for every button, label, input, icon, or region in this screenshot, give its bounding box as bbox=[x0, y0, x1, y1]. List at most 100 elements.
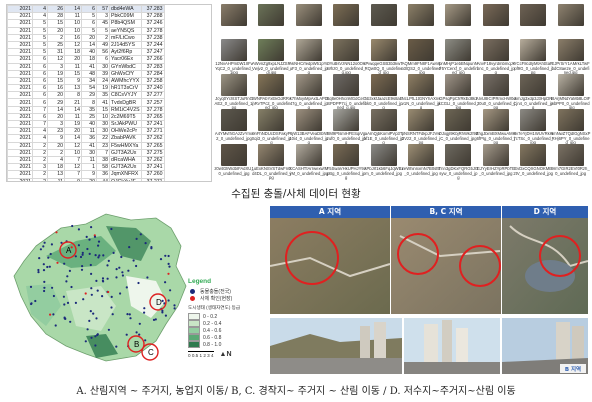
photo-thumbnail[interactable]: APbJrf1kb6FqJqWBxm_0_undefined_jpg bbox=[364, 144, 404, 181]
photo-thumbnail[interactable] bbox=[438, 4, 478, 41]
collision-point bbox=[68, 269, 71, 272]
table-cell: 6 bbox=[32, 98, 48, 107]
table-cell: 20 bbox=[64, 55, 82, 64]
thumbnail-image bbox=[520, 74, 547, 96]
photo-thumbnail[interactable]: AQMm9FN8F1Awn6o3lQS2_0_undefined_jpg bbox=[401, 39, 441, 76]
photo-thumbnail[interactable]: pnMHjP1ebBNqiunNF5YCerxf_0_undefined_jpg bbox=[438, 39, 478, 76]
thumbnail-image bbox=[482, 109, 509, 131]
photo-thumbnail[interactable]: 9rm7GIR2EVf0Rzh_0_undefined_jpg bbox=[551, 144, 591, 181]
photo-thumbnail[interactable] bbox=[289, 4, 329, 41]
photo-thumbnail[interactable]: pNSRNTFdkpJFJVw3Vz2_0_undefined_jpg bbox=[401, 109, 441, 146]
photo-thumbnail[interactable]: Jcyq0YchtSTJuRnGAE2_0_undefined_1jpg bbox=[214, 74, 254, 111]
table-cell: 37.284 bbox=[140, 69, 165, 78]
photo-thumbnail[interactable]: t8ArjMNdYaMb8LOlFnbPP0_0_undefined_jpg bbox=[551, 74, 591, 111]
photo-thumbnail[interactable]: 8M9PtsmlHFESqiVgzuf0_0_undefined_jpg bbox=[326, 109, 366, 146]
photo-thumbnail[interactable] bbox=[476, 4, 516, 41]
photo-thumbnail[interactable]: NcLPfL1tGNYhAXnsv1N_0_undefined_jpg bbox=[401, 74, 441, 111]
table-cell: 16 bbox=[47, 84, 65, 93]
collision-point bbox=[98, 254, 101, 257]
collision-point bbox=[81, 265, 84, 268]
photo-thumbnail[interactable]: YCcF8cdlyMtAhtSaFpf9G_0_undefined_jpg bbox=[513, 39, 553, 76]
table-cell: 25 bbox=[81, 112, 97, 122]
photo-thumbnail[interactable] bbox=[251, 4, 291, 41]
photo-thumbnail[interactable]: 0YuBsVzNN12o0OkWhz0_0_undefined_g.jpg bbox=[326, 39, 366, 76]
collision-point bbox=[62, 295, 65, 298]
table-cell: 2021 bbox=[7, 155, 33, 165]
photo-thumbnail[interactable]: GPsqPpCfrRkEd8k3kCGLI_0_undefined_jpg bbox=[438, 74, 478, 111]
collision-point bbox=[93, 235, 97, 238]
thumbnail-filename: Y5SwaVHkUPHJY9JpBg_0_undefined_jpg bbox=[326, 167, 366, 181]
table-cell: dRcaWHA bbox=[109, 155, 142, 165]
site-d-label: D bbox=[156, 298, 162, 307]
table-row: 2021 2 11 9 20 44 OJCkXvJF 37.271 bbox=[7, 177, 165, 181]
table-cell: 2c2M69T5 bbox=[109, 112, 142, 122]
photo-thumbnail[interactable]: A4YMvfhGAzZvYmx2_0_undefined_jpg bbox=[214, 109, 254, 146]
table-cell: 14 bbox=[64, 134, 82, 143]
photo-thumbnail[interactable]: tWNPAbYxEkGdRRvnRvTPc2_0_undefined_jpg bbox=[251, 74, 291, 111]
table-cell: 4 bbox=[32, 12, 48, 21]
photo-thumbnail[interactable]: ikmJg3xdp3J3HpDNCjn4_0_undefined_jpg bbox=[513, 74, 553, 111]
photo-thumbnail[interactable]: OJxgjl9KbjRhWk2f9nC_0_undefined_jpg bbox=[438, 109, 478, 146]
collision-point bbox=[106, 277, 109, 280]
photo-thumbnail[interactable]: AkNHCrfedpW51pYouF3_0_undefined_jpg bbox=[289, 39, 329, 76]
photo-thumbnail[interactable]: zeWhinnxmN7B0sfB_0_undefined_jpg bbox=[401, 144, 441, 181]
table-cell: 2021 bbox=[7, 141, 33, 150]
table-cell: 37.278 bbox=[140, 105, 165, 114]
photo-thumbnail[interactable]: KCASHTfArrwexwfMyM_0_undefined_jpg bbox=[289, 144, 329, 181]
photo-thumbnail[interactable] bbox=[364, 4, 404, 41]
table-cell: 11 bbox=[64, 62, 82, 71]
photo-thumbnail[interactable]: 1uExKNSVSTdwFnOd4DL_0_undefined_jpg bbox=[251, 144, 291, 181]
photo-thumbnail[interactable]: tPiwqqeGSB3b3kwTRQw0Q_0_undefined_jpg bbox=[364, 39, 404, 76]
photo-thumbnail[interactable]: GJYyErHZYpRPbTE_0_undefined_jpg bbox=[476, 144, 516, 181]
collision-point bbox=[118, 266, 121, 269]
photo-thumbnail[interactable]: 9nFhNDUcDSFakyPSqi3_0_undefined_jpg bbox=[251, 109, 291, 146]
photo-thumbnail[interactable] bbox=[326, 4, 366, 41]
photo-thumbnail[interactable]: 8v7eYjDH1WUVRkH7cTSc_0_undefined_jpg bbox=[513, 109, 553, 146]
table-cell: GYnWbdC bbox=[109, 62, 142, 71]
table-row: 2021 6 20 11 25 10 2c2M69T5 37.265 bbox=[7, 112, 165, 122]
photo-thumbnail[interactable] bbox=[401, 4, 441, 41]
table-cell: 14 bbox=[47, 105, 65, 114]
thumbnail-image bbox=[557, 39, 584, 61]
photo-thumbnail[interactable] bbox=[513, 4, 553, 41]
table-cell: 48 bbox=[81, 69, 97, 78]
photo-thumbnail[interactable]: AWvnZg9xpLNJZSRVwjv2_0_undefined_dj.jpg bbox=[251, 39, 291, 76]
photo-thumbnail[interactable]: hmNwZ7QdlGgNSxPRHj6PY_0_undefined_jpg bbox=[551, 109, 591, 146]
table-cell: 11 bbox=[64, 12, 82, 21]
collision-point bbox=[49, 313, 52, 316]
collision-point bbox=[101, 295, 104, 298]
photo-thumbnail[interactable]: k7hMxyiMpAxtLAPD47g_0_undefined_jpg bbox=[289, 74, 329, 111]
collision-point bbox=[144, 242, 147, 245]
thumbnail-image bbox=[258, 144, 285, 166]
collision-point bbox=[96, 333, 99, 336]
photo-thumbnail[interactable]: EvDxCQXGNOKMB2tV_0_undefined_jpg bbox=[513, 144, 553, 181]
table-cell: 12 bbox=[64, 40, 82, 50]
photo-thumbnail[interactable]: Y5SwaVHkUPHJY9JpBg_0_undefined_jpg bbox=[326, 144, 366, 181]
thumbnail-image bbox=[445, 74, 472, 96]
thumbnail-image bbox=[295, 39, 322, 61]
thumbnail-image bbox=[520, 144, 547, 166]
collision-point bbox=[66, 301, 70, 304]
table-cell: 18 bbox=[81, 55, 97, 64]
collision-point bbox=[79, 255, 83, 259]
photo-thumbnail[interactable]: hb3xkfJaazcE9s8aEbk0_0_undefined_jpg bbox=[364, 74, 404, 111]
table-cell: 2021 bbox=[7, 76, 33, 86]
photo-thumbnail[interactable] bbox=[551, 4, 591, 41]
collision-point bbox=[173, 304, 176, 307]
photo-thumbnail[interactable]: 12NvAHPmbW1IIFvYqC2_0_undefined_1jpg bbox=[214, 39, 254, 76]
photo-thumbnail[interactable]: EJPrSrY1AMrkLTwFbdC8ae2e_0_undefined.jpg bbox=[551, 39, 591, 76]
table-cell: Ayt2f6Rp bbox=[109, 48, 142, 57]
photo-thumbnail[interactable]: AIvU8ICIPRmcHW0d30u0_0_undefined_jpg bbox=[476, 74, 516, 111]
photo-thumbnail[interactable]: Bq8e0HhcnMGdCeCSPDPP7cj_0_undefined_g.jp… bbox=[326, 74, 366, 111]
photo-thumbnail[interactable] bbox=[214, 4, 254, 41]
collision-point bbox=[90, 287, 93, 290]
photo-thumbnail[interactable]: AnvF18vyrdmbmqJkbnc_0_undefined_jpg bbox=[476, 39, 516, 76]
photo-thumbnail[interactable]: ZhgJbimBXMwuAMH6fPIg_0_undefined_jpg bbox=[476, 109, 516, 146]
table-cell: 4 bbox=[32, 5, 48, 14]
table-cell: 6 bbox=[32, 55, 48, 64]
photo-thumbnail[interactable]: 6jW13BAFVeaDlbNf10i4_0_undefined_jpg bbox=[289, 109, 329, 146]
thumbnail-image bbox=[445, 4, 472, 26]
photo-thumbnail[interactable]: z0wtGfiWdbIFAdXU_0_undefined_jpg bbox=[214, 144, 254, 181]
photo-thumbnail[interactable]: Tnn3gDKxFQRG5JOsyw_0_undefined_jpg bbox=[438, 144, 478, 181]
photo-thumbnail[interactable]: aArnQjbKomlPVp3Thf1E_0_undefined_jpg bbox=[364, 109, 404, 146]
